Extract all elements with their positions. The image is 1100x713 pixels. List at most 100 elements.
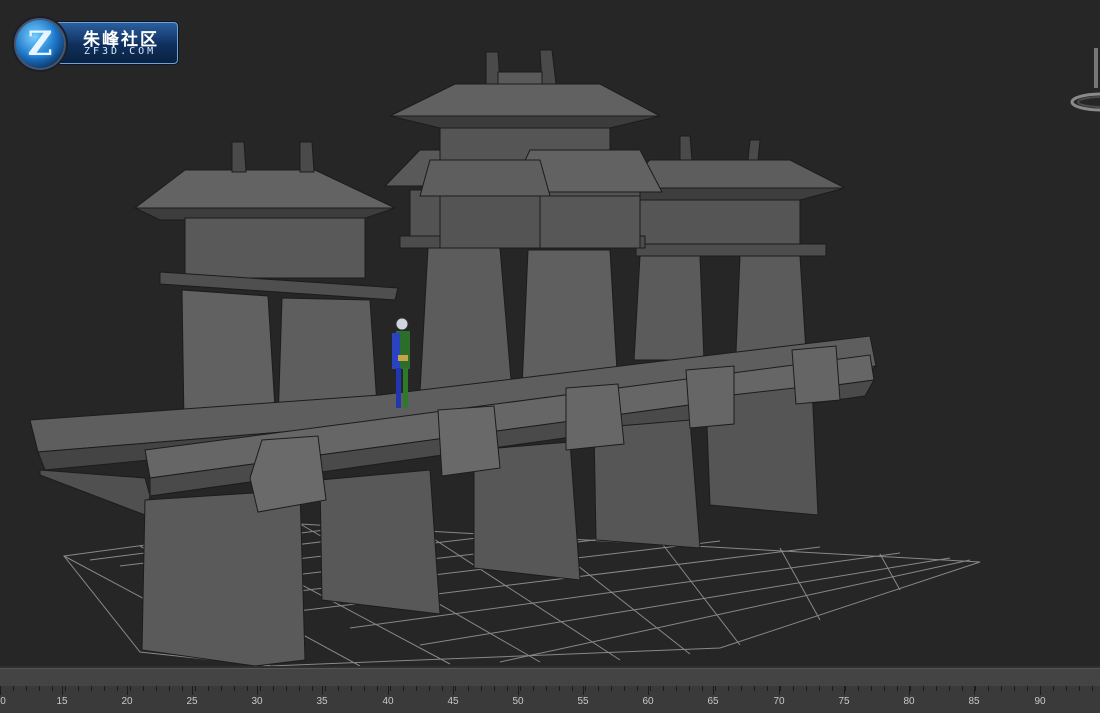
ruler-tick bbox=[858, 686, 859, 691]
ruler-tick bbox=[936, 686, 937, 691]
ruler-label: 40 bbox=[382, 696, 394, 707]
ruler-tick bbox=[455, 686, 456, 691]
ruler-tick bbox=[39, 686, 40, 691]
ruler-tick bbox=[624, 686, 625, 691]
ruler-major-tick bbox=[388, 686, 389, 695]
ruler-tick bbox=[650, 686, 651, 691]
ruler-label: 20 bbox=[121, 696, 133, 707]
ruler-label: 80 bbox=[903, 696, 915, 707]
ruler-tick bbox=[234, 686, 235, 691]
ruler-tick bbox=[689, 686, 690, 691]
timeline[interactable]: 0 15 20 25 30 35 40 45 50 55 60 65 70 75 80 85 90 bbox=[0, 666, 1100, 713]
ruler-tick bbox=[273, 686, 274, 691]
ruler-major-tick bbox=[779, 686, 780, 695]
ruler-tick bbox=[156, 686, 157, 691]
ruler-tick bbox=[260, 686, 261, 691]
ruler-tick bbox=[793, 686, 794, 691]
ruler-tick bbox=[715, 686, 716, 691]
ruler-tick bbox=[767, 686, 768, 691]
ruler-label: 50 bbox=[512, 696, 524, 707]
ruler-tick bbox=[299, 686, 300, 691]
ruler-tick bbox=[819, 686, 820, 691]
ruler-tick bbox=[572, 686, 573, 691]
viewcube-icon[interactable] bbox=[1068, 48, 1100, 118]
ruler-label: 65 bbox=[707, 696, 719, 707]
ruler-tick bbox=[780, 686, 781, 691]
ruler-label: 70 bbox=[773, 696, 785, 707]
ruler-tick bbox=[897, 686, 898, 691]
ruler-tick bbox=[104, 686, 105, 691]
ruler-tick bbox=[546, 686, 547, 691]
ruler-tick bbox=[429, 686, 430, 691]
ruler-tick bbox=[247, 686, 248, 691]
ruler-major-tick bbox=[844, 686, 845, 695]
ruler-tick bbox=[585, 686, 586, 691]
ruler-tick bbox=[533, 686, 534, 691]
ruler-major-tick bbox=[127, 686, 128, 695]
ruler-label: 35 bbox=[316, 696, 328, 707]
logo-badge-icon: Z bbox=[12, 16, 68, 72]
logo-text-en: ZF3D.COM bbox=[84, 46, 157, 57]
ruler-tick bbox=[65, 686, 66, 691]
ruler-tick bbox=[1001, 686, 1002, 691]
ruler-tick bbox=[884, 686, 885, 691]
ruler-tick bbox=[390, 686, 391, 691]
ruler-tick bbox=[910, 686, 911, 691]
frame-ruler[interactable]: 0 15 20 25 30 35 40 45 50 55 60 65 70 75 80 85 90 bbox=[0, 686, 1100, 713]
ruler-tick bbox=[364, 686, 365, 691]
ruler-tick bbox=[403, 686, 404, 691]
ruler-major-tick bbox=[909, 686, 910, 695]
ruler-label: 30 bbox=[251, 696, 263, 707]
ruler-label: 45 bbox=[447, 696, 459, 707]
ruler-label: 90 bbox=[1034, 696, 1046, 707]
ruler-tick bbox=[91, 686, 92, 691]
ruler-label: 15 bbox=[56, 696, 68, 707]
ruler-tick bbox=[468, 686, 469, 691]
time-slider-track[interactable] bbox=[0, 668, 1100, 687]
ruler-major-tick bbox=[583, 686, 584, 695]
ruler-tick bbox=[559, 686, 560, 691]
ruler-tick bbox=[143, 686, 144, 691]
ruler-major-tick bbox=[648, 686, 649, 695]
ruler-tick bbox=[507, 686, 508, 691]
ruler-tick bbox=[78, 686, 79, 691]
ruler-tick bbox=[962, 686, 963, 691]
ruler-tick bbox=[1014, 686, 1015, 691]
ruler-tick bbox=[312, 686, 313, 691]
ruler-tick bbox=[520, 686, 521, 691]
ruler-tick bbox=[975, 686, 976, 691]
logo-plate: 朱峰社区 ZF3D.COM bbox=[52, 22, 178, 64]
ruler-tick bbox=[1066, 686, 1067, 691]
ruler-tick bbox=[728, 686, 729, 691]
ruler-tick bbox=[221, 686, 222, 691]
ruler-tick bbox=[338, 686, 339, 691]
ruler-tick bbox=[286, 686, 287, 691]
ruler-tick bbox=[13, 686, 14, 691]
ruler-label: 60 bbox=[642, 696, 654, 707]
ruler-tick bbox=[806, 686, 807, 691]
ruler-tick bbox=[1053, 686, 1054, 691]
ruler-tick bbox=[988, 686, 989, 691]
ruler-major-tick bbox=[518, 686, 519, 695]
ruler-tick bbox=[195, 686, 196, 691]
ruler-tick bbox=[182, 686, 183, 691]
3d-viewport[interactable]: 朱峰社区 ZF3D.COM Z bbox=[0, 0, 1100, 666]
ruler-label: 75 bbox=[838, 696, 850, 707]
ruler-tick bbox=[754, 686, 755, 691]
ruler-major-tick bbox=[1040, 686, 1041, 695]
ruler-tick bbox=[481, 686, 482, 691]
community-logo: 朱峰社区 ZF3D.COM Z bbox=[12, 14, 178, 72]
ruler-major-tick bbox=[453, 686, 454, 695]
ruler-label: 85 bbox=[968, 696, 980, 707]
ruler-tick bbox=[442, 686, 443, 691]
ruler-tick bbox=[598, 686, 599, 691]
ruler-tick bbox=[663, 686, 664, 691]
ruler-tick bbox=[923, 686, 924, 691]
ruler-tick bbox=[949, 686, 950, 691]
ruler-tick bbox=[494, 686, 495, 691]
ruler-tick bbox=[52, 686, 53, 691]
ruler-major-tick bbox=[62, 686, 63, 695]
ruler-tick bbox=[832, 686, 833, 691]
ruler-label: 55 bbox=[577, 696, 589, 707]
ruler-tick bbox=[377, 686, 378, 691]
